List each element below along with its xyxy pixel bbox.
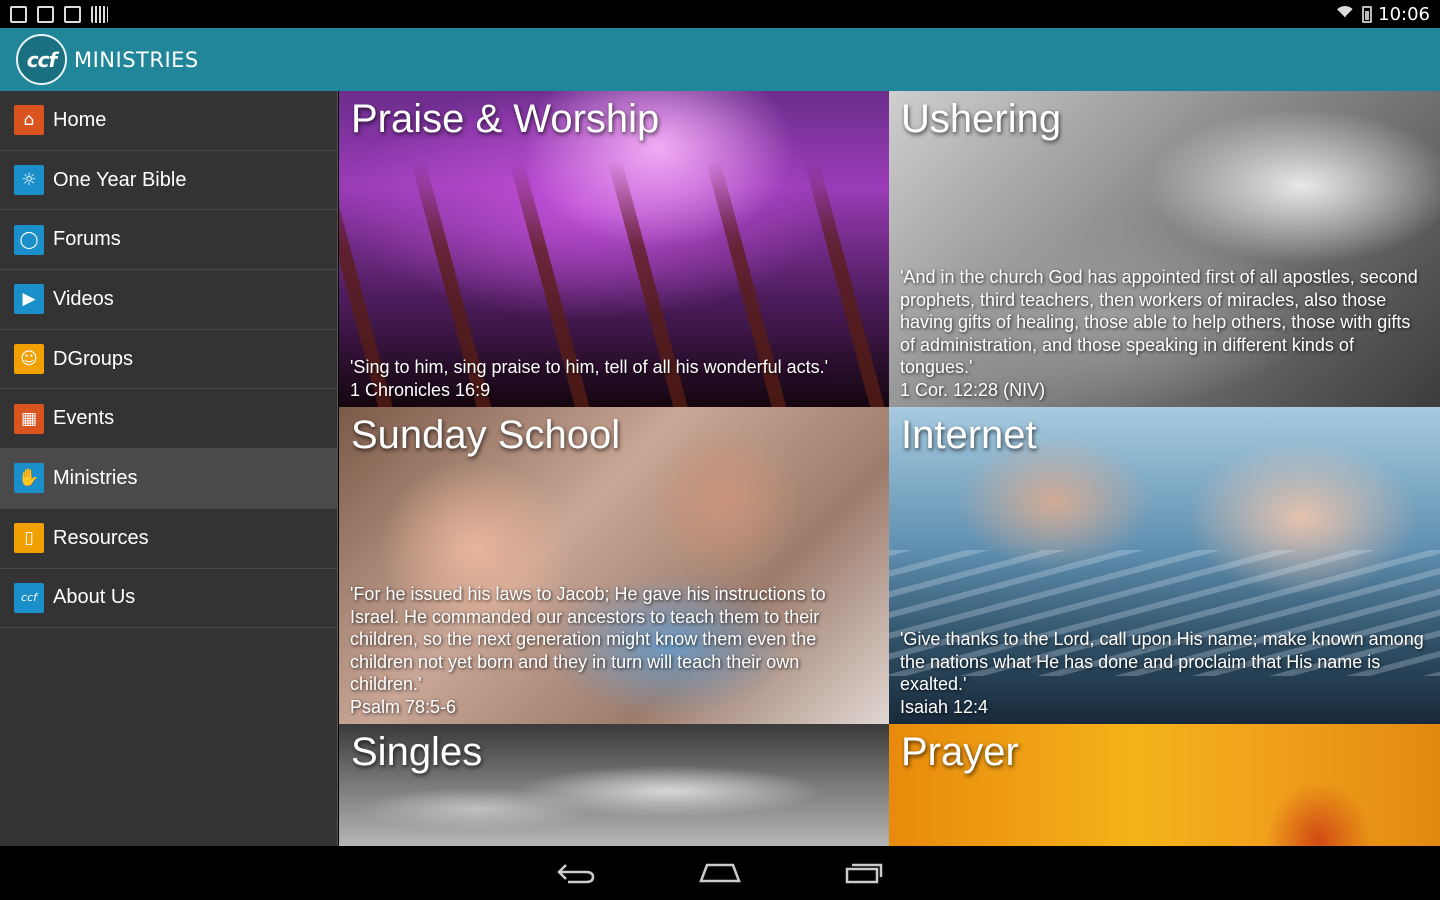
sidebar-item-label: Ministries xyxy=(53,466,138,489)
sidebar-item-label: Videos xyxy=(53,287,114,310)
tile-ushering[interactable]: Ushering 'And in the church God has appo… xyxy=(889,91,1440,407)
group-icon: ☺ xyxy=(14,344,44,375)
sidebar-item-label: One Year Bible xyxy=(53,168,187,191)
app-screen: 10:06 ccf MINISTRIES ⌂ Home ☼ One Year B… xyxy=(0,0,1440,900)
sidebar-item-ministries[interactable]: ✋ Ministries xyxy=(0,449,337,509)
sidebar-item-forums[interactable]: ◯ Forums xyxy=(0,210,337,271)
back-icon[interactable] xyxy=(554,858,598,888)
quote-text: 'Give thanks to the Lord, call upon His … xyxy=(900,629,1424,694)
recent-apps-icon[interactable] xyxy=(842,858,886,888)
tile-singles[interactable]: Singles xyxy=(339,724,889,846)
tile-title: Praise & Worship xyxy=(351,97,660,141)
ccf-logo-icon[interactable]: ccf xyxy=(16,34,67,85)
barcode-icon xyxy=(91,5,108,23)
sun-icon: ☼ xyxy=(14,165,44,196)
sim-icon xyxy=(10,5,27,23)
quote-text: 'Sing to him, sing praise to him, tell o… xyxy=(350,357,829,377)
sidebar-item-label: Forums xyxy=(53,228,121,251)
book-icon: ▯ xyxy=(14,523,44,554)
tile-title: Ushering xyxy=(901,97,1062,141)
sidebar-item-label: About Us xyxy=(53,586,136,609)
tile-internet[interactable]: Internet 'Give thanks to the Lord, call … xyxy=(889,407,1440,724)
calendar-icon: ▦ xyxy=(14,403,44,434)
sidebar-item-label: DGroups xyxy=(53,347,134,370)
tile-quote: 'Sing to him, sing praise to him, tell o… xyxy=(350,356,875,401)
tile-quote: 'And in the church God has appointed fir… xyxy=(900,266,1426,401)
ministries-grid: Praise & Worship 'Sing to him, sing prai… xyxy=(339,91,1440,846)
quote-reference: Isaiah 12:4 xyxy=(900,696,989,717)
tile-praise-worship[interactable]: Praise & Worship 'Sing to him, sing prai… xyxy=(339,91,889,407)
tile-prayer[interactable]: Prayer xyxy=(889,724,1440,846)
hand-icon: ✋ xyxy=(14,463,44,494)
briefcase-icon xyxy=(64,5,81,23)
tile-title: Singles xyxy=(351,730,483,774)
sidebar-item-about-us[interactable]: ccf About Us xyxy=(0,569,337,629)
briefcase-icon xyxy=(37,5,54,23)
sidebar-item-resources[interactable]: ▯ Resources xyxy=(0,509,337,569)
wifi-icon xyxy=(1334,6,1357,22)
tile-title: Sunday School xyxy=(351,413,621,457)
sidebar-item-label: Resources xyxy=(53,526,149,549)
action-bar: ccf MINISTRIES xyxy=(0,28,1440,91)
tile-title: Prayer xyxy=(901,730,1019,774)
quote-text: 'And in the church God has appointed fir… xyxy=(900,267,1418,377)
system-status: 10:06 xyxy=(1334,4,1430,25)
tile-quote: 'Give thanks to the Lord, call upon His … xyxy=(900,628,1426,718)
page-title: MINISTRIES xyxy=(74,47,199,72)
clock: 10:06 xyxy=(1378,3,1430,25)
home-icon: ⌂ xyxy=(14,105,44,136)
tile-title: Internet xyxy=(901,413,1037,457)
sidebar-item-home[interactable]: ⌂ Home xyxy=(0,91,337,151)
navigation-drawer: ⌂ Home ☼ One Year Bible ◯ Forums ▶ Video… xyxy=(0,91,338,846)
sidebar-item-one-year-bible[interactable]: ☼ One Year Bible xyxy=(0,151,337,211)
quote-reference: 1 Cor. 12:28 (NIV) xyxy=(900,379,1046,400)
battery-icon xyxy=(1362,5,1373,23)
sidebar-item-label: Events xyxy=(53,407,115,430)
status-bar: 10:06 xyxy=(0,0,1440,28)
video-camera-icon: ▶ xyxy=(14,284,44,315)
sidebar-item-events[interactable]: ▦ Events xyxy=(0,389,337,450)
quote-text: 'For he issued his laws to Jacob; He gav… xyxy=(350,584,826,694)
ccf-logo-icon: ccf xyxy=(14,582,44,613)
home-icon[interactable] xyxy=(698,858,742,888)
system-navigation-bar xyxy=(0,846,1440,900)
sidebar-item-videos[interactable]: ▶ Videos xyxy=(0,270,337,330)
tile-quote: 'For he issued his laws to Jacob; He gav… xyxy=(350,583,875,718)
sidebar-item-label: Home xyxy=(53,108,107,131)
notification-icons xyxy=(10,5,108,23)
tile-sunday-school[interactable]: Sunday School 'For he issued his laws to… xyxy=(339,407,889,724)
chat-bubble-icon: ◯ xyxy=(14,224,44,255)
sidebar-item-dgroups[interactable]: ☺ DGroups xyxy=(0,330,337,390)
quote-reference: 1 Chronicles 16:9 xyxy=(350,379,491,400)
quote-reference: Psalm 78:5-6 xyxy=(350,696,457,717)
